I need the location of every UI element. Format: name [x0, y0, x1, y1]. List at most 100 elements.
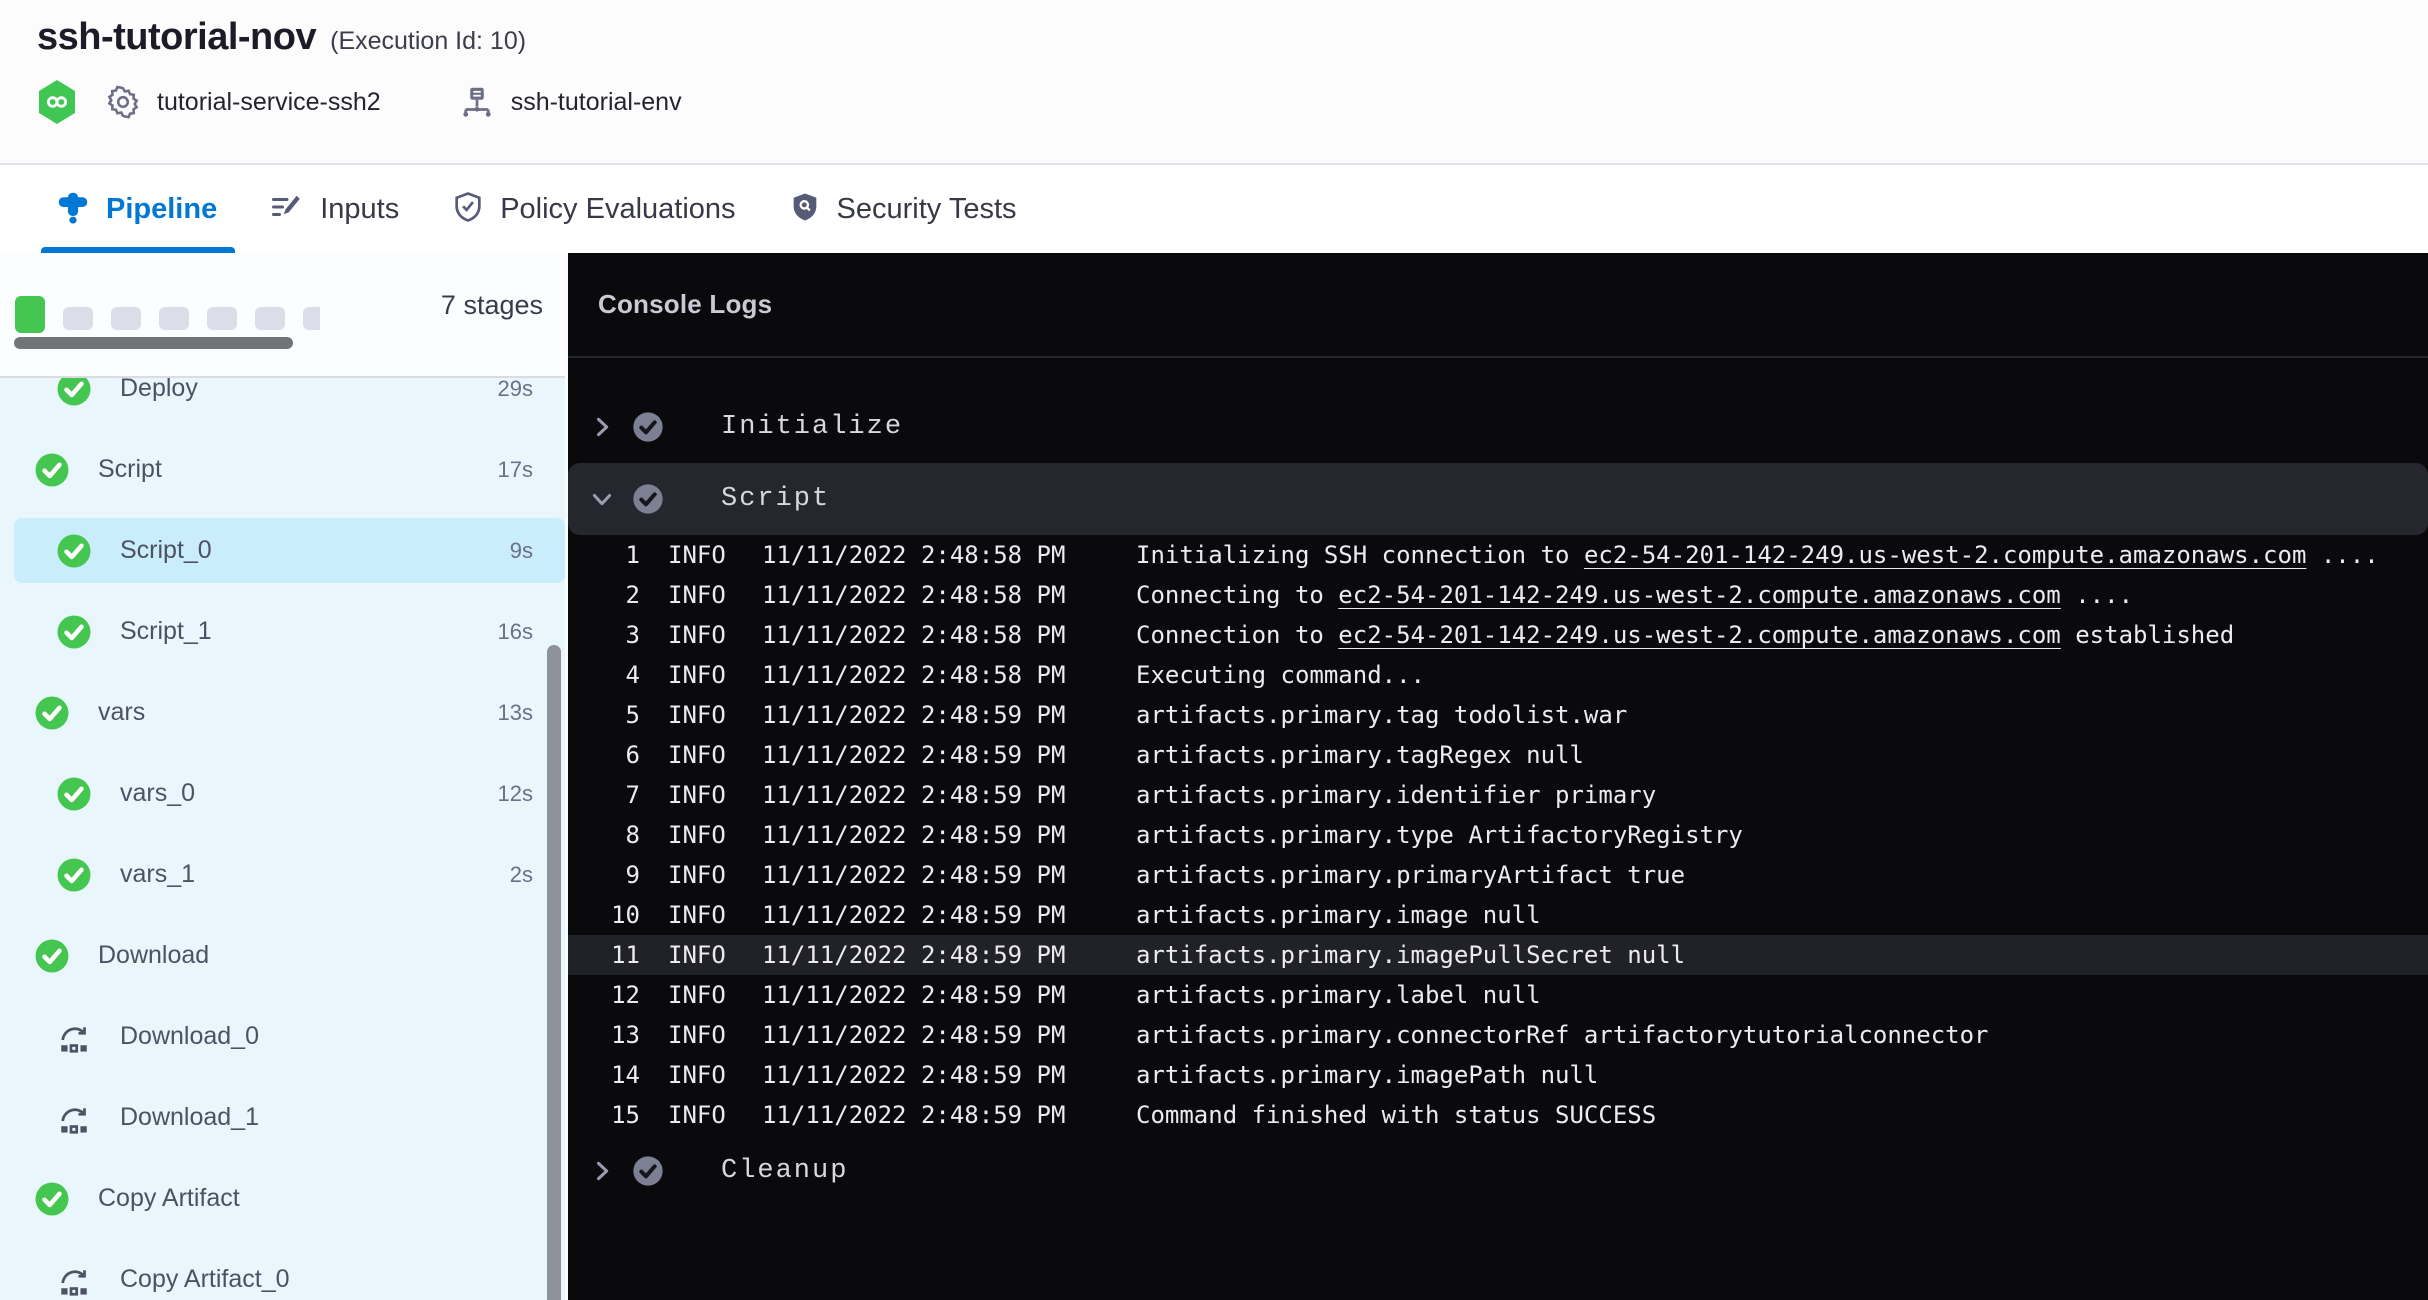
log-timestamp: 11/11/2022 2:48:59 PM	[762, 741, 1108, 769]
log-line-number: 14	[568, 1061, 640, 1089]
log-message-text: artifacts.primary.imagePath null	[1136, 1061, 1598, 1089]
log-timestamp: 11/11/2022 2:48:59 PM	[762, 1021, 1108, 1049]
environment-name[interactable]: ssh-tutorial-env	[511, 88, 682, 117]
execution-header: ssh-tutorial-nov (Execution Id: 10) tuto…	[0, 0, 2428, 165]
log-message-text: artifacts.primary.identifier primary	[1136, 781, 1656, 809]
check-circle-green-icon	[34, 452, 70, 488]
log-timestamp: 11/11/2022 2:48:59 PM	[762, 781, 1108, 809]
log-section-title: Cleanup	[721, 1156, 848, 1186]
log-host-link[interactable]: ec2-54-201-142-249.us-west-2.compute.ama…	[1338, 621, 2060, 649]
log-message: artifacts.primary.primaryArtifact true	[1136, 861, 2428, 889]
console-logs-header: Console Logs	[568, 253, 2428, 358]
log-line-15: 15INFO11/11/2022 2:48:59 PMCommand finis…	[568, 1095, 2428, 1135]
log-timestamp: 11/11/2022 2:48:59 PM	[762, 701, 1108, 729]
stage-label: Copy Artifact_0	[120, 1265, 290, 1294]
log-message-text: artifacts.primary.image null	[1136, 901, 1541, 929]
stage-label: Script_1	[120, 617, 212, 646]
log-message: artifacts.primary.image null	[1136, 901, 2428, 929]
log-line-number: 12	[568, 981, 640, 1009]
stage-item-vars_1[interactable]: vars_1 2s	[0, 834, 565, 915]
stage-label: Download	[98, 941, 209, 970]
console-logs-panel: Console Logs InitializeScript1INFO11/11/…	[568, 253, 2428, 1300]
log-timestamp: 11/11/2022 2:48:59 PM	[762, 981, 1108, 1009]
tab-pipeline[interactable]: Pipeline	[55, 165, 217, 253]
log-message: artifacts.primary.tagRegex null	[1136, 741, 2428, 769]
log-host-link[interactable]: ec2-54-201-142-249.us-west-2.compute.ama…	[1584, 541, 2306, 569]
log-level: INFO	[668, 581, 734, 609]
log-line-10: 10 INFO 11/11/2022 2:48:59 PM artifacts.pri…	[568, 895, 2428, 935]
log-line-8: 8INFO11/11/2022 2:48:59 PMartifacts.prim…	[568, 815, 2428, 855]
gear-icon[interactable]	[105, 84, 141, 120]
log-line-9: 9INFO11/11/2022 2:48:59 PMartifacts.prim…	[568, 855, 2428, 895]
stage-square-pending	[255, 307, 285, 330]
stage-progress-squares	[15, 295, 320, 333]
log-line-13: 13INFO11/11/2022 2:48:59 PMartifacts.pri…	[568, 1015, 2428, 1055]
log-section-script[interactable]: Script	[568, 463, 2428, 535]
stage-item-vars[interactable]: vars13s	[0, 672, 565, 753]
check-circle-gray-icon	[632, 1155, 664, 1187]
log-level: INFO	[668, 1061, 734, 1089]
log-message: artifacts.primary.type ArtifactoryRegist…	[1136, 821, 2428, 849]
check-circle-green-icon	[34, 938, 70, 974]
stage-square-pending	[159, 307, 189, 330]
stage-item-copy-artifact[interactable]: Copy Artifact	[0, 1158, 565, 1239]
check-circle-green-icon	[56, 614, 92, 650]
selected-stage-highlight	[14, 518, 565, 583]
stage-duration: 12s	[498, 781, 533, 807]
log-message-text: Command finished with status SUCCESS	[1136, 1101, 1656, 1129]
chevron-right-icon[interactable]	[588, 413, 616, 441]
stage-duration: 16s	[498, 619, 533, 645]
check-circle-green-icon	[34, 1181, 70, 1217]
log-message: Connection to ec2-54-201-142-249.us-west…	[1136, 621, 2428, 649]
log-timestamp: 11/11/2022 2:48:59 PM	[762, 941, 1108, 969]
log-line-number: 3	[568, 621, 640, 649]
sidebar-vertical-scrollbar[interactable]	[547, 645, 561, 1300]
stage-item-script[interactable]: Script17s	[0, 429, 565, 510]
tab-security-tests[interactable]: Security Tests	[788, 165, 1017, 253]
log-level: INFO	[668, 861, 734, 889]
stage-item-download_1[interactable]: Download_1	[0, 1077, 565, 1158]
log-timestamp: 11/11/2022 2:48:59 PM	[762, 821, 1108, 849]
log-level: INFO	[668, 901, 734, 929]
log-message-text: ....	[2306, 541, 2378, 569]
stage-item-script_1[interactable]: Script_1 16s	[0, 591, 565, 672]
log-timestamp: 11/11/2022 2:48:58 PM	[762, 661, 1108, 689]
log-timestamp: 11/11/2022 2:48:59 PM	[762, 1101, 1108, 1129]
tab-inputs[interactable]: Inputs	[269, 165, 399, 253]
pipeline-icon	[55, 189, 91, 230]
stage-item-vars_0[interactable]: vars_012s	[0, 753, 565, 834]
stage-item-script_0[interactable]: Script_0 9s	[0, 510, 565, 591]
log-timestamp: 11/11/2022 2:48:59 PM	[762, 901, 1108, 929]
log-line-number: 7	[568, 781, 640, 809]
log-section-initialize[interactable]: Initialize	[568, 391, 2428, 463]
service-name[interactable]: tutorial-service-ssh2	[157, 88, 381, 117]
stage-label: Script_0	[120, 536, 212, 565]
stage-duration: 9s	[510, 538, 533, 564]
stage-item-download[interactable]: Download	[0, 915, 565, 996]
log-timestamp: 11/11/2022 2:48:59 PM	[762, 1061, 1108, 1089]
log-level: INFO	[668, 941, 734, 969]
log-line-number: 11	[568, 941, 640, 969]
tab-policy-evaluations[interactable]: Policy Evaluations	[451, 165, 735, 253]
stage-duration: 13s	[498, 700, 533, 726]
log-host-link[interactable]: ec2-54-201-142-249.us-west-2.compute.ama…	[1338, 581, 2060, 609]
stage-progress-horizontal-scrollbar[interactable]	[14, 337, 293, 349]
log-line-5: 5INFO11/11/2022 2:48:59 PMartifacts.prim…	[568, 695, 2428, 735]
log-line-number: 10	[568, 901, 640, 929]
log-message-text: artifacts.primary.label null	[1136, 981, 1541, 1009]
log-section-cleanup[interactable]: Cleanup	[568, 1135, 2428, 1207]
log-message-text: Connection to	[1136, 621, 1338, 649]
log-line-number: 15	[568, 1101, 640, 1129]
stage-label: vars_1	[120, 860, 195, 889]
log-message: artifacts.primary.connectorRef artifacto…	[1136, 1021, 2428, 1049]
stage-item-download_0[interactable]: Download_0	[0, 996, 565, 1077]
log-message: Executing command...	[1136, 661, 2428, 689]
chevron-right-icon[interactable]	[588, 1157, 616, 1185]
chevron-down-icon[interactable]	[588, 485, 616, 513]
stage-item-copy-artifact_0[interactable]: Copy Artifact_0	[0, 1239, 565, 1300]
log-level: INFO	[668, 1021, 734, 1049]
log-message-text: artifacts.primary.connectorRef artifacto…	[1136, 1021, 1989, 1049]
stage-duration: 2s	[510, 862, 533, 888]
log-message: Connecting to ec2-54-201-142-249.us-west…	[1136, 581, 2428, 609]
log-line-number: 4	[568, 661, 640, 689]
